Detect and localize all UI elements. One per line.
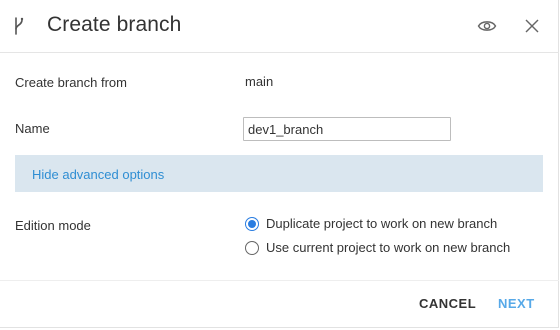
create-branch-dialog: Create branch Create branch from main Na… [0,0,559,328]
radio-label: Use current project to work on new branc… [266,240,511,255]
footer-divider [0,280,559,281]
source-branch-value: main [245,74,274,89]
cancel-button[interactable]: CANCEL [419,296,476,311]
name-label: Name [15,121,50,136]
advanced-options-bar: Hide advanced options [15,155,543,192]
eye-icon[interactable] [477,18,497,34]
branch-name-input[interactable] [243,117,451,141]
create-branch-from-label: Create branch from [15,75,127,90]
radio-label: Duplicate project to work on new branch [266,216,498,231]
git-branch-icon [15,17,24,35]
radio-button-checked[interactable] [245,217,259,231]
dialog-title: Create branch [47,13,182,36]
next-button[interactable]: NEXT [498,296,535,311]
hide-advanced-options-link[interactable]: Hide advanced options [32,167,164,182]
radio-button-unchecked[interactable] [245,241,259,255]
edition-mode-label: Edition mode [15,218,91,233]
dialog-header: Create branch [0,0,559,53]
close-icon[interactable] [524,18,540,34]
